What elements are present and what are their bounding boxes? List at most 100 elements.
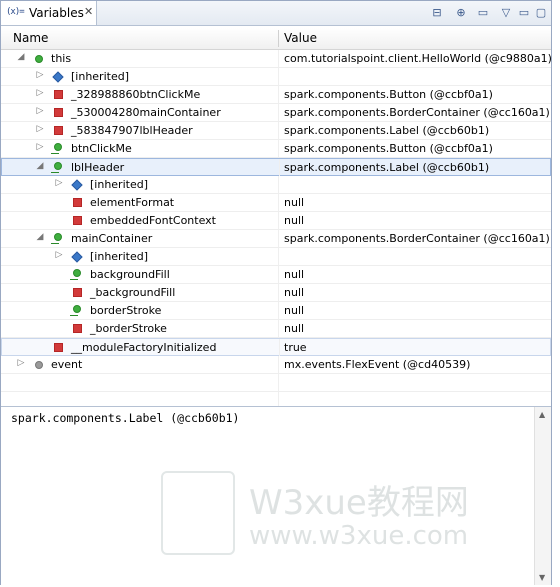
variable-value: spark.components.Button (@ccbf0a1): [284, 142, 493, 155]
empty-row: [1, 374, 551, 392]
variable-name: _583847907lblHeader: [71, 124, 193, 137]
minimize-icon[interactable]: ▭: [516, 5, 532, 21]
variable-value: mx.events.FlexEvent (@cd40539): [284, 358, 471, 371]
expanded-arrow-icon[interactable]: ◢: [36, 232, 44, 242]
tree-row[interactable]: ▷ _328988860btnClickMe spark.components.…: [1, 86, 551, 104]
variables-tree: ◢ this com.tutorialspoint.client.HelloWo…: [1, 50, 552, 410]
variable-name: borderStroke: [90, 304, 162, 317]
tab-bar: (x)= Variables ✕ ⊟ ⊕ ▭ ▽ ▭ ▢: [1, 1, 551, 26]
tree-row[interactable]: ▷ event mx.events.FlexEvent (@cd40539): [1, 356, 551, 374]
private-field-icon: [73, 288, 82, 297]
variable-name: _530004280mainContainer: [71, 106, 221, 119]
variable-name: [inherited]: [71, 70, 129, 83]
variable-value: null: [284, 196, 305, 209]
expanded-arrow-icon[interactable]: ◢: [36, 161, 44, 171]
public-field-icon: [35, 55, 43, 63]
event-icon: [35, 361, 43, 369]
tree-row[interactable]: ▷ [inherited]: [1, 176, 551, 194]
variable-name: __moduleFactoryInitialized: [71, 341, 217, 354]
tree-row[interactable]: ▷ [inherited]: [1, 68, 551, 86]
show-logical-structure-icon[interactable]: ⊕: [453, 5, 469, 21]
tree-row[interactable]: ▷ btnClickMe spark.components.Button (@c…: [1, 140, 551, 158]
public-accessor-icon: [70, 305, 81, 316]
inherited-icon: [71, 179, 83, 191]
tree-row-selected[interactable]: ◢ lblHeader spark.components.Label (@ccb…: [1, 158, 551, 176]
scroll-down-icon[interactable]: ▼: [539, 573, 545, 582]
tree-row[interactable]: embeddedFontContext null: [1, 212, 551, 230]
variable-value: null: [284, 268, 305, 281]
variable-name: this: [51, 52, 72, 65]
variable-name: _backgroundFill: [90, 286, 176, 299]
variable-name: _borderStroke: [90, 322, 167, 335]
maximize-icon[interactable]: ▢: [533, 5, 549, 21]
watermark: W3xue教程网 www.w3xue.com: [161, 471, 541, 561]
tree-row[interactable]: elementFormat null: [1, 194, 551, 212]
tree-row[interactable]: backgroundFill null: [1, 266, 551, 284]
variable-name: [inherited]: [90, 178, 148, 191]
scroll-up-icon[interactable]: ▲: [539, 410, 545, 419]
tab-title: Variables: [29, 6, 84, 20]
variable-value: spark.components.BorderContainer (@cc160…: [284, 106, 550, 119]
public-accessor-icon: [70, 269, 81, 280]
close-icon[interactable]: ✕: [84, 5, 93, 18]
public-accessor-icon: [51, 143, 62, 154]
expanded-arrow-icon[interactable]: ◢: [17, 52, 25, 62]
collapsed-arrow-icon[interactable]: ▷: [36, 70, 44, 80]
private-field-icon: [54, 343, 63, 352]
collapsed-arrow-icon[interactable]: ▷: [55, 178, 63, 188]
variable-name: elementFormat: [90, 196, 175, 209]
detail-text[interactable]: spark.components.Label (@ccb60b1): [11, 411, 239, 425]
collapse-all-icon[interactable]: ▭: [475, 5, 491, 21]
watermark-url: www.w3xue.com: [249, 521, 469, 551]
variable-value: spark.components.Label (@ccb60b1): [284, 161, 490, 174]
variable-name: _328988860btnClickMe: [71, 88, 201, 101]
tree-row[interactable]: ◢ mainContainer spark.components.BorderC…: [1, 230, 551, 248]
watermark-title: W3xue教程网: [249, 483, 469, 523]
variable-name: embeddedFontContext: [90, 214, 216, 227]
collapsed-arrow-icon[interactable]: ▷: [36, 88, 44, 98]
column-divider[interactable]: [278, 30, 279, 47]
show-type-names-icon[interactable]: ⊟: [429, 5, 445, 21]
variable-value: spark.components.Button (@ccbf0a1): [284, 88, 493, 101]
tree-row[interactable]: ◢ this com.tutorialspoint.client.HelloWo…: [1, 50, 552, 68]
watermark-logo-icon: [161, 471, 235, 555]
tree-row[interactable]: ▷ _530004280mainContainer spark.componen…: [1, 104, 551, 122]
table-header: Name Value: [1, 28, 551, 50]
tree-row[interactable]: borderStroke null: [1, 302, 551, 320]
private-field-icon: [54, 126, 63, 135]
variable-value: com.tutorialspoint.client.HelloWorld (@c…: [284, 52, 552, 65]
tab-variables[interactable]: (x)= Variables ✕: [1, 1, 97, 25]
tree-row[interactable]: ▷ [inherited]: [1, 248, 551, 266]
variable-name: mainContainer: [71, 232, 153, 245]
variable-value: spark.components.BorderContainer (@cc160…: [284, 232, 550, 245]
tree-row[interactable]: _backgroundFill null: [1, 284, 551, 302]
tree-row[interactable]: __moduleFactoryInitialized true: [1, 338, 551, 356]
variable-name: [inherited]: [90, 250, 148, 263]
collapsed-arrow-icon[interactable]: ▷: [36, 124, 44, 134]
variable-value: spark.components.Label (@ccb60b1): [284, 124, 490, 137]
column-value-header[interactable]: Value: [284, 31, 317, 45]
variables-icon: (x)=: [6, 7, 25, 17]
collapsed-arrow-icon[interactable]: ▷: [55, 250, 63, 260]
public-accessor-icon: [51, 162, 62, 173]
private-field-icon: [73, 216, 82, 225]
collapsed-arrow-icon[interactable]: ▷: [17, 358, 25, 368]
variable-name: backgroundFill: [90, 268, 170, 281]
variables-view: (x)= Variables ✕ ⊟ ⊕ ▭ ▽ ▭ ▢ Name Value …: [0, 0, 552, 585]
variable-value: true: [284, 341, 307, 354]
collapsed-arrow-icon[interactable]: ▷: [36, 106, 44, 116]
tree-row[interactable]: _borderStroke null: [1, 320, 551, 338]
variable-name: event: [51, 358, 83, 371]
variable-name: lblHeader: [71, 161, 125, 174]
column-name-header[interactable]: Name: [13, 31, 48, 45]
public-accessor-icon: [51, 233, 62, 244]
variable-value: null: [284, 304, 305, 317]
view-menu-icon[interactable]: ▽: [498, 5, 514, 21]
tree-row[interactable]: ▷ _583847907lblHeader spark.components.L…: [1, 122, 551, 140]
variable-name: btnClickMe: [71, 142, 132, 155]
private-field-icon: [73, 198, 82, 207]
collapsed-arrow-icon[interactable]: ▷: [36, 142, 44, 152]
private-field-icon: [54, 108, 63, 117]
inherited-icon: [71, 251, 83, 263]
variable-value: null: [284, 214, 305, 227]
